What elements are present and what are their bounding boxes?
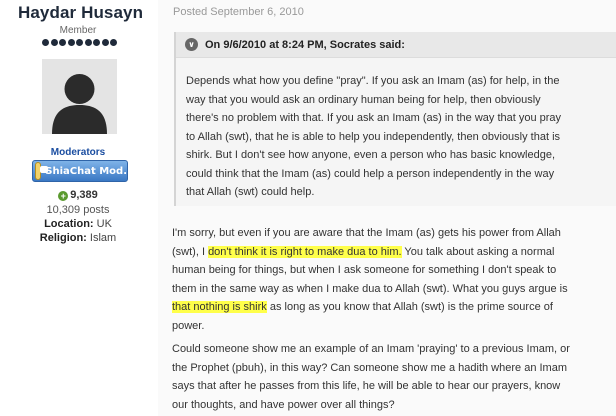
rank-pip <box>50 39 58 46</box>
paragraph-line: that nothing is shirk as long as you kno… <box>172 298 612 317</box>
post-date[interactable]: Posted September 6, 2010 <box>173 6 304 18</box>
text-span: You talk about asking a normal <box>401 245 555 258</box>
reputation: +9,389 <box>0 189 156 201</box>
paragraph-line: the Prophet (pbuh), in this way? Can som… <box>172 361 567 374</box>
paragraph-line: (swt), I don't think it is right to make… <box>172 243 612 262</box>
location-label: Location: <box>44 218 94 230</box>
rank-pip <box>84 39 92 46</box>
chat-bubble-icon <box>35 162 49 180</box>
member-group: Moderators <box>50 147 106 158</box>
quote-line: Depends what how you define "pray". If y… <box>186 75 560 87</box>
author-name[interactable]: Haydar Husayn <box>18 3 143 23</box>
rank-pip <box>67 39 75 46</box>
quote-attribution: On 9/6/2010 at 8:24 PM, Socrates said: <box>205 38 405 51</box>
quote-line: way that you would ask an ordinary human… <box>186 93 541 106</box>
badge-label: ShiaChat Mod. <box>45 165 127 177</box>
rank-pip <box>93 39 100 46</box>
paragraph-line: them in the same way as when I make dua … <box>172 282 568 295</box>
rank-pip <box>42 39 49 46</box>
quote-line: that Allah (swt) could help. <box>186 186 315 198</box>
quote-line: shirk. But I don't see how anyone, even … <box>186 149 555 161</box>
text-span: as long as you know that Allah (swt) is … <box>266 301 553 313</box>
post-paragraph-1: I'm sorry, but even if you are aware tha… <box>172 224 612 335</box>
religion-value: Islam <box>89 232 117 244</box>
post-count: 10,309 posts <box>46 204 110 216</box>
group-badge: ShiaChat Mod. <box>32 160 128 182</box>
rank-pip <box>101 39 109 46</box>
quote-line: to Allah (swt), that he is able to help … <box>186 130 561 143</box>
rank-pip <box>110 39 117 46</box>
paragraph-line: our thoughts, and have power over all th… <box>172 398 395 411</box>
author-panel: Haydar Husayn Member Moderators ShiaChat… <box>0 0 158 416</box>
quote-header[interactable]: ∨ On 9/6/2010 at 8:24 PM, Socrates said: <box>176 32 616 58</box>
post-paragraph-2: Could someone show me an example of an I… <box>172 340 612 414</box>
paragraph-line: Could someone show me an example of an I… <box>172 343 570 355</box>
text-span: (swt), I <box>172 245 209 258</box>
quote-line: could think that the Imam (as) could hel… <box>186 167 555 180</box>
quote-block: ∨ On 9/6/2010 at 8:24 PM, Socrates said:… <box>174 32 616 206</box>
rank-pip <box>76 39 83 46</box>
location-field: Location: UK <box>0 218 156 230</box>
paragraph-line: I'm sorry, but even if you are aware tha… <box>172 227 561 239</box>
default-user-silhouette-icon <box>42 59 117 134</box>
quote-chevron-icon: ∨ <box>185 38 198 51</box>
highlighted-text: that nothing is shirk <box>172 301 267 313</box>
quote-line: there's no problem with that. If you ask… <box>186 112 562 124</box>
religion-field: Religion: Islam <box>0 232 156 244</box>
rank-pip <box>59 39 66 46</box>
highlighted-text: don't think it is right to make dua to h… <box>208 245 402 258</box>
location-value: UK <box>96 218 112 230</box>
avatar[interactable] <box>42 59 117 134</box>
member-title: Member <box>59 25 97 36</box>
rank-pips <box>42 39 117 46</box>
reputation-value: 9,389 <box>70 189 98 201</box>
paragraph-line: says that after he passes from this life… <box>172 380 561 392</box>
post-content: Posted September 6, 2010 ∨ On 9/6/2010 a… <box>158 0 616 416</box>
paragraph-line: human being for things, but when I ask s… <box>172 264 557 276</box>
paragraph-line: power. <box>172 319 205 332</box>
quote-body: Depends what how you define "pray". If y… <box>186 72 614 202</box>
religion-label: Religion: <box>39 232 87 244</box>
plus-icon: + <box>58 191 69 201</box>
